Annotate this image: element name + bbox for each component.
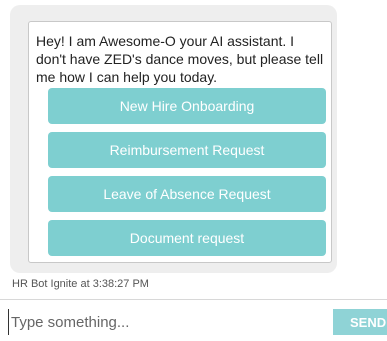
chat-window: Hey! I am Awesome-O your AI assistant. I… — [0, 0, 387, 341]
send-button[interactable]: SEND — [333, 309, 387, 335]
bot-message-bubble: Hey! I am Awesome-O your AI assistant. I… — [10, 5, 337, 273]
message-sender-timestamp: HR Bot Ignite at 3:38:27 PM — [12, 278, 149, 290]
option-new-hire-onboarding-button[interactable]: New Hire Onboarding — [48, 88, 326, 124]
option-reimbursement-request-button[interactable]: Reimbursement Request — [48, 132, 326, 168]
bot-message-card: Hey! I am Awesome-O your AI assistant. I… — [28, 21, 332, 263]
bot-message-text: Hey! I am Awesome-O your AI assistant. I… — [36, 33, 324, 85]
composer-divider — [0, 299, 387, 300]
option-leave-of-absence-request-button[interactable]: Leave of Absence Request — [48, 176, 326, 212]
option-document-request-button[interactable]: Document request — [48, 220, 326, 256]
message-input[interactable] — [8, 309, 321, 335]
bubble-tail — [17, 9, 26, 18]
